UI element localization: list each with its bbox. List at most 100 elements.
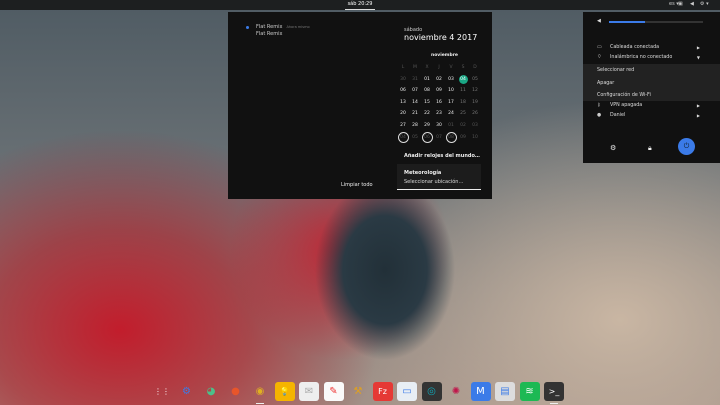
dock-music-icon[interactable]: ◎ [421,382,442,401]
weather-section[interactable]: Meteorología Seleccionar ubicación… [397,164,481,190]
clock-button[interactable]: sáb 20:29 [345,1,375,10]
calendar-day[interactable]: 27 [397,120,409,132]
dock-app-grid-icon[interactable]: ⋮⋮ [152,382,172,401]
dock-files-icon[interactable]: ▭ [397,382,417,401]
notification-item[interactable]: Flat Remix Ahora mismo Flat Remix [246,24,310,38]
calendar-day[interactable]: 08 [421,85,433,97]
calendar-day[interactable]: 16 [433,97,445,109]
calendar-day[interactable]: 25 [457,108,469,120]
day-number: 07 [436,134,442,140]
dock-keep-icon[interactable]: 💡 [274,382,295,401]
dock-firefox-icon[interactable]: ● [226,382,246,401]
select-network-item[interactable]: Seleccionar red [583,65,720,77]
calendar-day[interactable]: 03 [445,74,457,86]
calendar-day[interactable]: 30 [433,120,445,132]
volume-slider[interactable] [609,21,703,23]
dock-mail-icon[interactable]: ✉ [299,382,319,401]
wifi-icon: ⌔ [597,55,602,60]
calendar-day[interactable]: 05 [409,132,421,144]
volume-icon: ◀ [597,18,601,24]
calendar-day[interactable]: 21 [409,108,421,120]
calendar-day[interactable]: 31 [409,74,421,86]
calendar-day[interactable]: 02 [433,74,445,86]
clear-all-button[interactable]: Limpiar todo [341,182,373,188]
dock-terminal-icon[interactable]: >_ [544,382,564,404]
day-number: 01 [424,76,430,82]
calendar-day[interactable]: 07 [409,85,421,97]
day-number: 01 [448,122,454,128]
calendar-day[interactable]: 09 [433,85,445,97]
calendar-day[interactable]: 13 [397,97,409,109]
calendar-day[interactable]: 03 [469,120,481,132]
weather-location[interactable]: Seleccionar ubicación… [404,179,463,185]
calendar-day[interactable]: 26 [469,108,481,120]
calendar-day[interactable]: 18 [457,97,469,109]
calendar-day[interactable]: 04 [457,74,469,86]
calendar-day[interactable]: 23 [433,108,445,120]
world-clocks-button[interactable]: Añadir relojes del mundo… [404,153,480,159]
calendar-day[interactable]: 14 [409,97,421,109]
dock-chrome-icon[interactable]: ◉ [250,382,270,404]
month-label[interactable]: noviembre [397,53,492,58]
calendar-day[interactable]: 15 [421,97,433,109]
calendar-day[interactable]: 22 [421,108,433,120]
user-icon: ● [597,113,602,118]
weekday-header: M [413,65,417,70]
wireless-item[interactable]: ⌔ Inalámbrica no conectado ▼ [583,53,720,63]
day-number: 20 [400,111,406,117]
calendar-day[interactable]: 19 [469,97,481,109]
dock-piechart-icon[interactable]: ◕ [201,382,221,401]
weather-title: Meteorología [404,170,442,176]
weekday-header: D [473,65,477,70]
lock-icon[interactable]: 🔒︎ [648,144,652,153]
calendar-day[interactable]: 08 [445,131,457,144]
calendar-day[interactable]: 01 [445,120,457,132]
calendar-day[interactable]: 10 [469,132,481,144]
calendar-day[interactable]: 12 [469,85,481,97]
dock-filezilla-icon[interactable]: Fz [372,382,393,401]
calendar-day[interactable]: 10 [445,85,457,97]
settings-icon[interactable]: ⚙ [610,144,616,152]
dock-robot-arm-icon[interactable]: ⚒ [348,382,368,401]
network-icon[interactable]: ▣ [678,1,683,7]
day-number: 23 [436,111,442,117]
calendar-day[interactable]: 09 [457,132,469,144]
dock: ⋮⋮ ⚙ ◕ ● ◉ 💡 ✉ ✎ ⚒ Fz ▭ ◎ ✺ M ▤ ≋ >_ [152,382,564,404]
wired-item[interactable]: ▭ Cableada conectada ▶ [583,43,720,53]
calendar-day[interactable]: 11 [457,85,469,97]
volume-icon[interactable]: ◀ [690,1,694,7]
dock-spotify-icon[interactable]: ≋ [519,382,540,401]
dock-document-icon[interactable]: ✎ [323,382,344,401]
user-item[interactable]: ● Daniel ▶ [583,111,720,121]
calendar-day[interactable]: 04 [397,131,409,144]
calendar-day[interactable]: 24 [445,108,457,120]
calendar-day[interactable]: 01 [421,74,433,86]
calendar-day[interactable]: 06 [397,85,409,97]
calendar-day[interactable]: 07 [433,132,445,144]
power-off-button[interactable]: ⏻ [678,138,695,155]
turn-off-item[interactable]: Apagar [583,78,720,90]
dock-debian-icon[interactable]: ✺ [446,382,466,401]
calendar-day[interactable]: 02 [457,120,469,132]
calendar-day[interactable]: 05 [469,74,481,86]
day-number: 24 [448,111,454,117]
calendar-day[interactable]: 17 [445,97,457,109]
day-number: 02 [460,122,466,128]
calendar-day[interactable]: 30 [397,74,409,86]
notification-dot-icon [246,26,249,29]
vpn-item[interactable]: ⚷ VPN apagada ▶ [583,101,720,111]
dock-settings-icon[interactable]: ⚙ [177,382,197,401]
calendar-day[interactable]: 20 [397,108,409,120]
calendar-day[interactable]: 28 [409,120,421,132]
notification-app: Flat Remix [256,24,283,30]
day-number: 04 [397,131,409,143]
calendar-day[interactable]: 06 [421,131,433,144]
day-number: 30 [436,122,442,128]
calendar-popup: Flat Remix Ahora mismo Flat Remix Limpiar… [228,12,492,199]
dock-software-icon[interactable]: ▤ [495,382,515,401]
dock-monitor-icon[interactable]: M [470,382,491,401]
calendar-day[interactable]: 29 [421,120,433,132]
day-number: 06 [421,131,433,143]
day-number: 08 [445,131,457,143]
power-icon[interactable]: ⚙ ▾ [700,1,709,7]
